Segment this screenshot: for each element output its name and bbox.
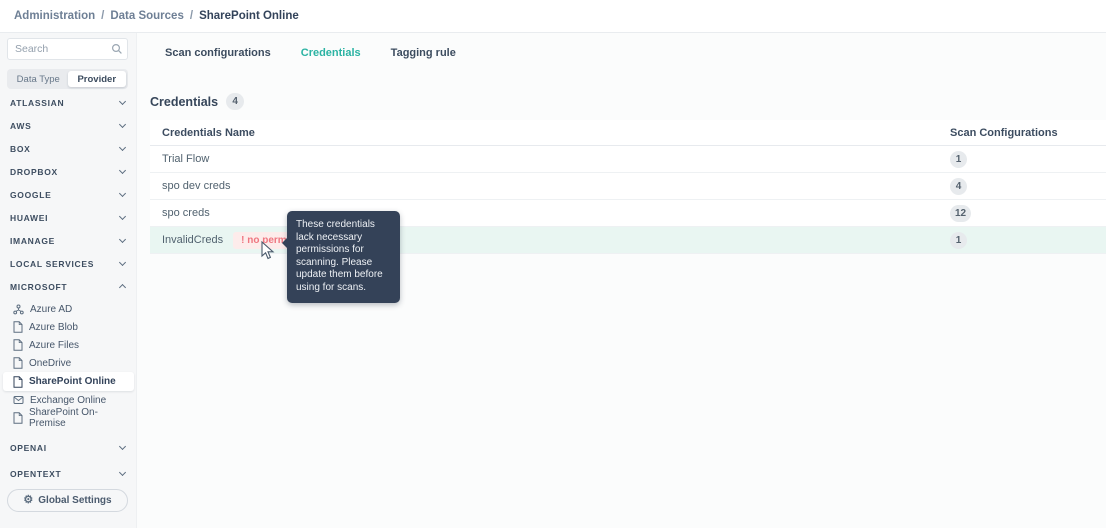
chevron-down-icon bbox=[118, 166, 127, 175]
sidebar-item-onedrive[interactable]: OneDrive bbox=[3, 354, 134, 372]
sidebar-category-box[interactable]: BOX bbox=[0, 137, 137, 160]
category-label: GOOGLE bbox=[10, 189, 52, 200]
sidebar-item-label: Exchange Online bbox=[30, 394, 107, 406]
chevron-down-icon bbox=[118, 143, 127, 152]
chevron-down-icon bbox=[118, 189, 127, 198]
breadcrumb-current-page: SharePoint Online bbox=[199, 10, 299, 22]
provider-category-list: ATLASSIAN AWS BOX DROPBOX GOOGLE HUAWEI bbox=[0, 91, 137, 485]
chevron-down-icon bbox=[118, 235, 127, 244]
sidebar-category-openai[interactable]: OPENAI bbox=[0, 436, 137, 459]
sidebar: Data Type Provider ATLASSIAN AWS BOX DRO… bbox=[0, 33, 137, 528]
column-header-scan-configurations[interactable]: Scan Configurations bbox=[950, 127, 1058, 139]
sidebar-category-google[interactable]: GOOGLE bbox=[0, 183, 137, 206]
table-row[interactable]: spo dev creds 4 bbox=[150, 173, 1106, 200]
chevron-down-icon bbox=[118, 97, 127, 106]
sidebar-item-label: SharePoint Online bbox=[29, 376, 116, 387]
breadcrumb: Administration / Data Sources / SharePoi… bbox=[0, 0, 1106, 33]
chevron-down-icon bbox=[118, 212, 127, 221]
category-label: DROPBOX bbox=[10, 166, 58, 177]
breadcrumb-separator: / bbox=[189, 10, 194, 22]
category-label: LOCAL SERVICES bbox=[10, 258, 95, 269]
credentials-count-badge: 4 bbox=[226, 93, 245, 110]
document-icon bbox=[13, 412, 23, 424]
document-icon bbox=[13, 321, 23, 333]
sidebar-category-microsoft[interactable]: MICROSOFT bbox=[0, 275, 137, 298]
app-window: Administration / Data Sources / SharePoi… bbox=[0, 0, 1106, 528]
category-label: ATLASSIAN bbox=[10, 97, 65, 108]
category-label: BOX bbox=[10, 143, 31, 154]
sidebar-category-opentext[interactable]: OPENTEXT bbox=[0, 462, 137, 485]
microsoft-children: Azure AD Azure Blob Azure Files OneDrive… bbox=[0, 298, 137, 429]
section-header: Credentials 4 bbox=[150, 93, 245, 110]
toggle-provider[interactable]: Provider bbox=[67, 71, 126, 87]
chevron-down-icon bbox=[118, 442, 127, 451]
mouse-cursor bbox=[261, 240, 275, 265]
credential-name: spo creds bbox=[162, 207, 210, 219]
scan-count-badge: 1 bbox=[950, 150, 967, 168]
sidebar-item-label: SharePoint On-Premise bbox=[29, 407, 98, 429]
chevron-down-icon bbox=[118, 468, 127, 477]
credential-name: InvalidCreds bbox=[162, 234, 224, 246]
tooltip: These credentials lack necessary permiss… bbox=[282, 211, 400, 303]
envelope-icon bbox=[13, 395, 24, 405]
global-settings-label: Global Settings bbox=[38, 495, 112, 506]
category-label: HUAWEI bbox=[10, 212, 49, 223]
sidebar-item-sharepoint-on-premise[interactable]: SharePoint On-Premise bbox=[3, 407, 134, 429]
sidebar-item-label: Azure AD bbox=[30, 303, 73, 315]
search-icon bbox=[111, 42, 123, 60]
sidebar-category-imanage[interactable]: IMANAGE bbox=[0, 229, 137, 252]
toggle-data-type[interactable]: Data Type bbox=[9, 71, 68, 87]
global-settings-button[interactable]: ⚙ Global Settings bbox=[7, 489, 128, 512]
category-label: AWS bbox=[10, 120, 32, 131]
category-label: IMANAGE bbox=[10, 235, 56, 246]
sidebar-item-label: Azure Files bbox=[29, 339, 80, 351]
category-label: OPENTEXT bbox=[10, 468, 62, 479]
scan-count-badge: 4 bbox=[950, 177, 967, 195]
sidebar-item-sharepoint-online[interactable]: SharePoint Online bbox=[3, 372, 134, 391]
breadcrumb-separator: / bbox=[101, 10, 105, 22]
view-toggle: Data Type Provider bbox=[7, 69, 128, 89]
breadcrumb-administration[interactable]: Administration bbox=[14, 10, 95, 22]
bottom-categories: OPENAI OPENTEXT bbox=[0, 436, 137, 485]
sidebar-item-azure-blob[interactable]: Azure Blob bbox=[3, 318, 134, 336]
sidebar-category-aws[interactable]: AWS bbox=[0, 114, 137, 137]
sidebar-category-atlassian[interactable]: ATLASSIAN bbox=[0, 91, 137, 114]
document-icon bbox=[13, 339, 23, 351]
document-icon bbox=[13, 375, 23, 388]
scan-count-badge: 12 bbox=[950, 204, 972, 222]
sidebar-category-huawei[interactable]: HUAWEI bbox=[0, 206, 137, 229]
chevron-down-icon bbox=[118, 258, 127, 267]
table-header-row: Credentials Name Scan Configurations bbox=[150, 120, 1106, 146]
credential-name: spo dev creds bbox=[162, 180, 231, 192]
tab-scan-configurations[interactable]: Scan configurations bbox=[165, 43, 271, 63]
chevron-down-icon bbox=[118, 120, 127, 129]
org-icon bbox=[13, 304, 24, 315]
sidebar-item-label: Azure Blob bbox=[29, 321, 78, 333]
tab-credentials[interactable]: Credentials bbox=[301, 43, 361, 63]
column-header-credentials-name[interactable]: Credentials Name bbox=[150, 127, 255, 139]
sidebar-item-label: OneDrive bbox=[29, 357, 72, 369]
chevron-up-icon bbox=[118, 283, 127, 292]
gear-icon: ⚙ bbox=[23, 494, 34, 506]
search-box bbox=[7, 38, 128, 60]
search-input[interactable] bbox=[7, 38, 128, 60]
main-content: Scan configurations Credentials Tagging … bbox=[137, 33, 1106, 528]
sidebar-category-local-services[interactable]: LOCAL SERVICES bbox=[0, 252, 137, 275]
tab-bar: Scan configurations Credentials Tagging … bbox=[165, 43, 456, 63]
scan-count-badge: 1 bbox=[950, 231, 967, 249]
document-icon bbox=[13, 357, 23, 369]
sidebar-category-dropbox[interactable]: DROPBOX bbox=[0, 160, 137, 183]
credential-name: Trial Flow bbox=[162, 153, 210, 165]
sidebar-item-azure-files[interactable]: Azure Files bbox=[3, 336, 134, 354]
page-title: Credentials bbox=[150, 94, 219, 109]
tab-tagging-rule[interactable]: Tagging rule bbox=[391, 43, 456, 63]
table-row[interactable]: Trial Flow 1 bbox=[150, 146, 1106, 173]
category-label: MICROSOFT bbox=[10, 281, 68, 292]
category-label: OPENAI bbox=[10, 442, 47, 453]
sidebar-item-azure-ad[interactable]: Azure AD bbox=[3, 300, 134, 318]
breadcrumb-data-sources[interactable]: Data Sources bbox=[110, 10, 184, 22]
